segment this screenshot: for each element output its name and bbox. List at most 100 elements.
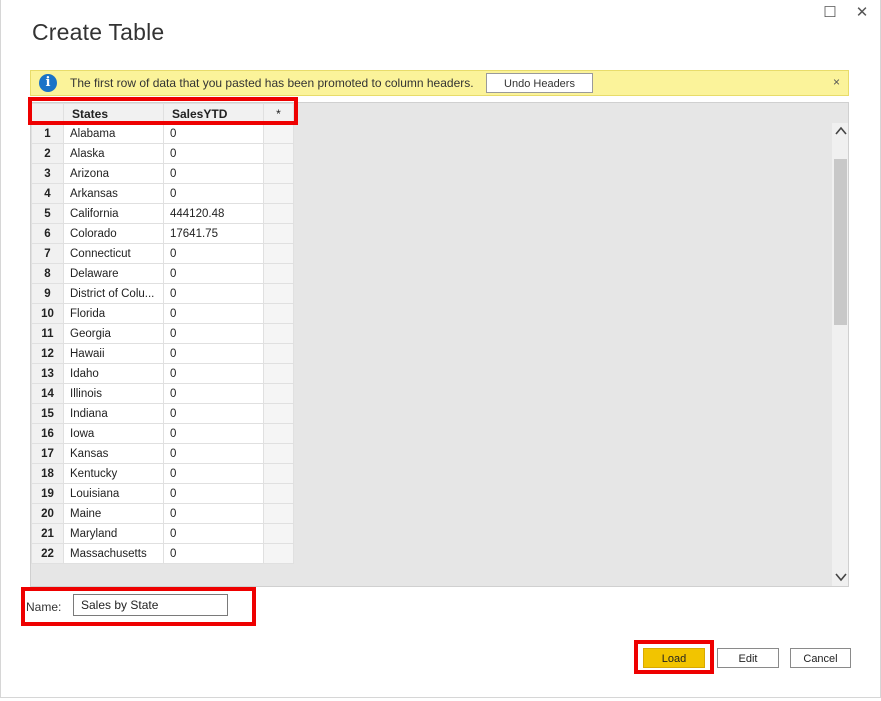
table-row: 12 Hawaii 0	[31, 343, 294, 364]
empty-cell	[263, 343, 294, 364]
table-row: 15 Indiana 0	[31, 403, 294, 424]
state-cell[interactable]: Maryland	[63, 523, 164, 544]
table-row: 2 Alaska 0	[31, 143, 294, 164]
table-row: 11 Georgia 0	[31, 323, 294, 344]
sales-cell[interactable]: 0	[163, 443, 264, 464]
sales-cell[interactable]: 444120.48	[163, 203, 264, 224]
table-row: 20 Maine 0	[31, 503, 294, 524]
state-cell[interactable]: Louisiana	[63, 483, 164, 504]
empty-cell	[263, 283, 294, 304]
sales-cell[interactable]: 0	[163, 543, 264, 564]
maximize-icon[interactable]: ☐	[820, 3, 840, 23]
row-number: 8	[31, 263, 64, 284]
sales-cell[interactable]: 0	[163, 243, 264, 264]
table-row: 22 Massachusetts 0	[31, 543, 294, 564]
cancel-button[interactable]: Cancel	[790, 648, 851, 668]
sales-cell[interactable]: 17641.75	[163, 223, 264, 244]
scroll-up-icon[interactable]	[832, 123, 848, 141]
load-highlight-box	[634, 640, 714, 674]
state-cell[interactable]: Hawaii	[63, 343, 164, 364]
sales-cell[interactable]: 0	[163, 323, 264, 344]
empty-cell	[263, 523, 294, 544]
state-cell[interactable]: Kentucky	[63, 463, 164, 484]
state-cell[interactable]: Colorado	[63, 223, 164, 244]
row-number: 10	[31, 303, 64, 324]
row-number: 17	[31, 443, 64, 464]
empty-cell	[263, 503, 294, 524]
state-cell[interactable]: Alaska	[63, 143, 164, 164]
sales-cell[interactable]: 0	[163, 143, 264, 164]
sales-cell[interactable]: 0	[163, 123, 264, 144]
data-table: States SalesYTD * 1 Alabama 0 2 Alaska 0 3 Ariz…	[31, 103, 294, 564]
empty-cell	[263, 423, 294, 444]
table-row: 4 Arkansas 0	[31, 183, 294, 204]
state-cell[interactable]: District of Colu...	[63, 283, 164, 304]
state-cell[interactable]: Georgia	[63, 323, 164, 344]
empty-cell	[263, 123, 294, 144]
state-cell[interactable]: Idaho	[63, 363, 164, 384]
empty-cell	[263, 463, 294, 484]
row-number: 14	[31, 383, 64, 404]
sales-cell[interactable]: 0	[163, 403, 264, 424]
state-cell[interactable]: Connecticut	[63, 243, 164, 264]
state-cell[interactable]: Massachusetts	[63, 543, 164, 564]
state-cell[interactable]: Delaware	[63, 263, 164, 284]
state-cell[interactable]: Maine	[63, 503, 164, 524]
table-row: 14 Illinois 0	[31, 383, 294, 404]
table-row: 16 Iowa 0	[31, 423, 294, 444]
dialog-title: Create Table	[32, 19, 165, 45]
banner-message: The first row of data that you pasted ha…	[70, 76, 474, 90]
row-number: 3	[31, 163, 64, 184]
state-cell[interactable]: Alabama	[63, 123, 164, 144]
empty-cell	[263, 243, 294, 264]
row-number: 21	[31, 523, 64, 544]
state-cell[interactable]: Arkansas	[63, 183, 164, 204]
empty-cell	[263, 403, 294, 424]
sales-cell[interactable]: 0	[163, 363, 264, 384]
banner-close-icon[interactable]: ×	[833, 75, 840, 89]
table-row: 9 District of Colu... 0	[31, 283, 294, 304]
sales-cell[interactable]: 0	[163, 283, 264, 304]
state-cell[interactable]: Kansas	[63, 443, 164, 464]
sales-cell[interactable]: 0	[163, 383, 264, 404]
table-row: 10 Florida 0	[31, 303, 294, 324]
empty-cell	[263, 363, 294, 384]
empty-cell	[263, 443, 294, 464]
sales-cell[interactable]: 0	[163, 343, 264, 364]
sales-cell[interactable]: 0	[163, 423, 264, 444]
state-cell[interactable]: Iowa	[63, 423, 164, 444]
scrollbar-thumb[interactable]	[834, 159, 847, 325]
scroll-down-icon[interactable]	[832, 569, 848, 586]
row-number: 4	[31, 183, 64, 204]
table-row: 3 Arizona 0	[31, 163, 294, 184]
header-highlight-box	[28, 97, 298, 125]
sales-cell[interactable]: 0	[163, 163, 264, 184]
sales-cell[interactable]: 0	[163, 183, 264, 204]
state-cell[interactable]: California	[63, 203, 164, 224]
sales-cell[interactable]: 0	[163, 263, 264, 284]
row-number: 22	[31, 543, 64, 564]
sales-cell[interactable]: 0	[163, 483, 264, 504]
state-cell[interactable]: Illinois	[63, 383, 164, 404]
edit-button[interactable]: Edit	[717, 648, 779, 668]
sales-cell[interactable]: 0	[163, 463, 264, 484]
state-cell[interactable]: Arizona	[63, 163, 164, 184]
undo-headers-button[interactable]: Undo Headers	[486, 73, 593, 93]
sales-cell[interactable]: 0	[163, 503, 264, 524]
row-number: 19	[31, 483, 64, 504]
sales-cell[interactable]: 0	[163, 523, 264, 544]
close-window-icon[interactable]: ✕	[852, 3, 872, 23]
empty-cell	[263, 183, 294, 204]
info-icon: i	[39, 74, 57, 92]
empty-cell	[263, 203, 294, 224]
empty-cell	[263, 163, 294, 184]
vertical-scrollbar[interactable]	[832, 123, 848, 586]
state-cell[interactable]: Florida	[63, 303, 164, 324]
empty-cell	[263, 143, 294, 164]
state-cell[interactable]: Indiana	[63, 403, 164, 424]
data-grid: States SalesYTD * 1 Alabama 0 2 Alaska 0 3 Ariz…	[30, 102, 849, 587]
table-row: 13 Idaho 0	[31, 363, 294, 384]
sales-cell[interactable]: 0	[163, 303, 264, 324]
empty-cell	[263, 263, 294, 284]
table-row: 18 Kentucky 0	[31, 463, 294, 484]
